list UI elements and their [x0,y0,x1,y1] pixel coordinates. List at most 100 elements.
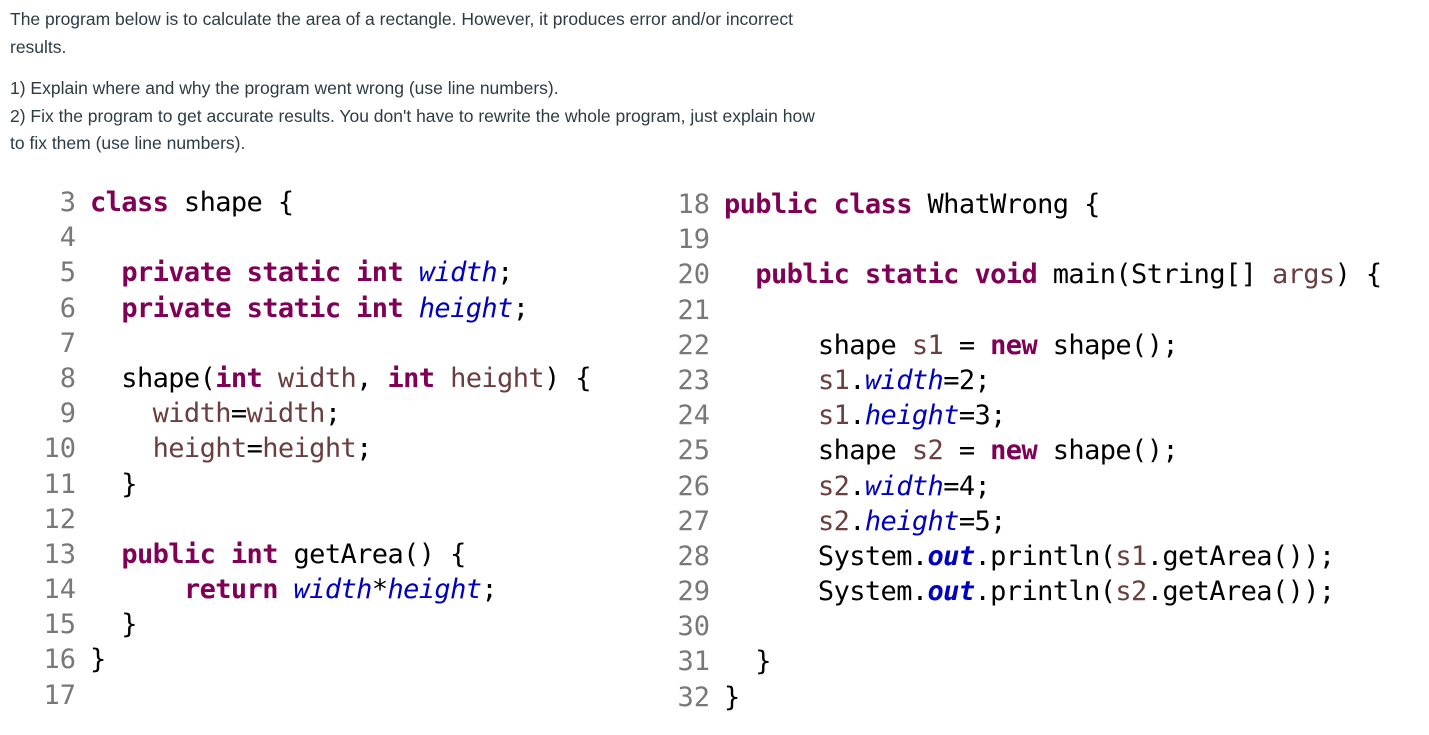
code-token: ; [512,292,529,324]
code-block-shape-class: 3 class shape {4 5 private static int widt… [40,185,591,713]
line-number: 9 [59,398,76,430]
line-number: 29 [677,576,710,608]
code-line: 17 [40,678,591,713]
code-token: = [230,398,247,430]
code-text: s1.height=3; [710,398,1006,433]
keyword-token: void [974,259,1038,291]
variable-token: width [246,398,326,430]
code-line: 20 public static void main(String[] args… [672,257,1382,292]
prompt-question-1: 1) Explain where and why the program wen… [10,78,559,98]
code-token: ; [324,398,341,430]
line-number: 28 [677,540,710,572]
code-line: 29 System.out.println(s2.getArea()); [672,574,1382,609]
code-token: System. [724,576,928,608]
code-line: 13 public int getArea() { [40,537,591,572]
keyword-token: class [833,189,913,220]
prompt-intro: The program below is to calculate the ar… [10,9,794,57]
code-token: shape( [90,362,216,394]
code-line: 11 } [40,467,591,502]
code-token: } [90,609,137,641]
line-number: 19 [677,224,710,256]
code-token: shape(); [1037,329,1179,361]
line-number: 22 [677,329,710,361]
code-text: height=height; [76,431,373,466]
field-token: width [418,257,498,289]
keyword-token: int [356,257,404,289]
code-line: 27 s2.height=5; [672,504,1382,539]
keyword-token: int [215,362,263,394]
line-number: 17 [43,679,76,711]
code-line: 10 height=height; [40,431,591,466]
line-number: 12 [43,503,76,535]
code-line: 26 s2.width=4; [672,469,1382,504]
code-token: getArea() { [277,538,467,570]
code-token: shape [724,329,912,361]
code-token: shape [724,435,912,467]
variable-token: width [152,398,232,430]
keyword-token: static [246,257,342,289]
field-token: width [864,364,944,396]
code-text: public class WhatWrong { [710,187,1100,222]
keyword-token: int [356,292,404,324]
code-line: 31 } [672,644,1382,679]
prompt-question-2: 2) Fix the program to get accurate resul… [10,105,815,154]
code-token: ; [481,574,498,606]
variable-token: args [1271,259,1335,291]
field-token: width [293,574,373,606]
code-text: public int getArea() { [76,537,466,572]
line-number: 4 [59,222,76,254]
variable-token: height [450,362,545,394]
code-text: } [76,467,137,502]
code-line: 28 System.out.println(s1.getArea()); [672,539,1382,574]
keyword-token: static [246,292,342,324]
field-token: height [418,292,514,324]
line-number: 15 [43,609,76,641]
code-line: 9 width=width; [40,396,591,431]
line-number: 21 [677,294,710,326]
code-token: ) { [1334,259,1383,291]
variable-token: height [262,433,357,465]
code-line: 21 [672,293,1382,328]
code-line: 22 shape s1 = new shape(); [672,328,1382,363]
code-token: ; [356,433,372,465]
code-token: WhatWrong { [911,189,1101,220]
keyword-token: int [230,538,279,570]
code-text: private static int height; [76,291,529,326]
code-text: } [710,680,740,715]
code-text: } [76,642,106,677]
code-token: . [849,400,865,432]
code-line: 14 return width*height; [40,572,591,607]
variable-token: width [277,362,357,394]
line-number: 18 [677,189,710,220]
code-text: shape(int width, int height) { [76,361,591,396]
line-number: 6 [59,292,76,324]
line-number: 7 [59,327,76,359]
line-number: 31 [677,646,710,678]
code-text: public static void main(String[] args) { [710,257,1382,292]
code-token: ; [497,257,513,289]
code-line: 25 shape s2 = new shape(); [672,433,1382,468]
variable-token: s2 [817,470,850,502]
line-number: 10 [43,433,76,465]
line-number: 24 [677,400,710,432]
code-line: 4 [40,220,591,255]
code-token: .getArea()); [1146,576,1335,608]
